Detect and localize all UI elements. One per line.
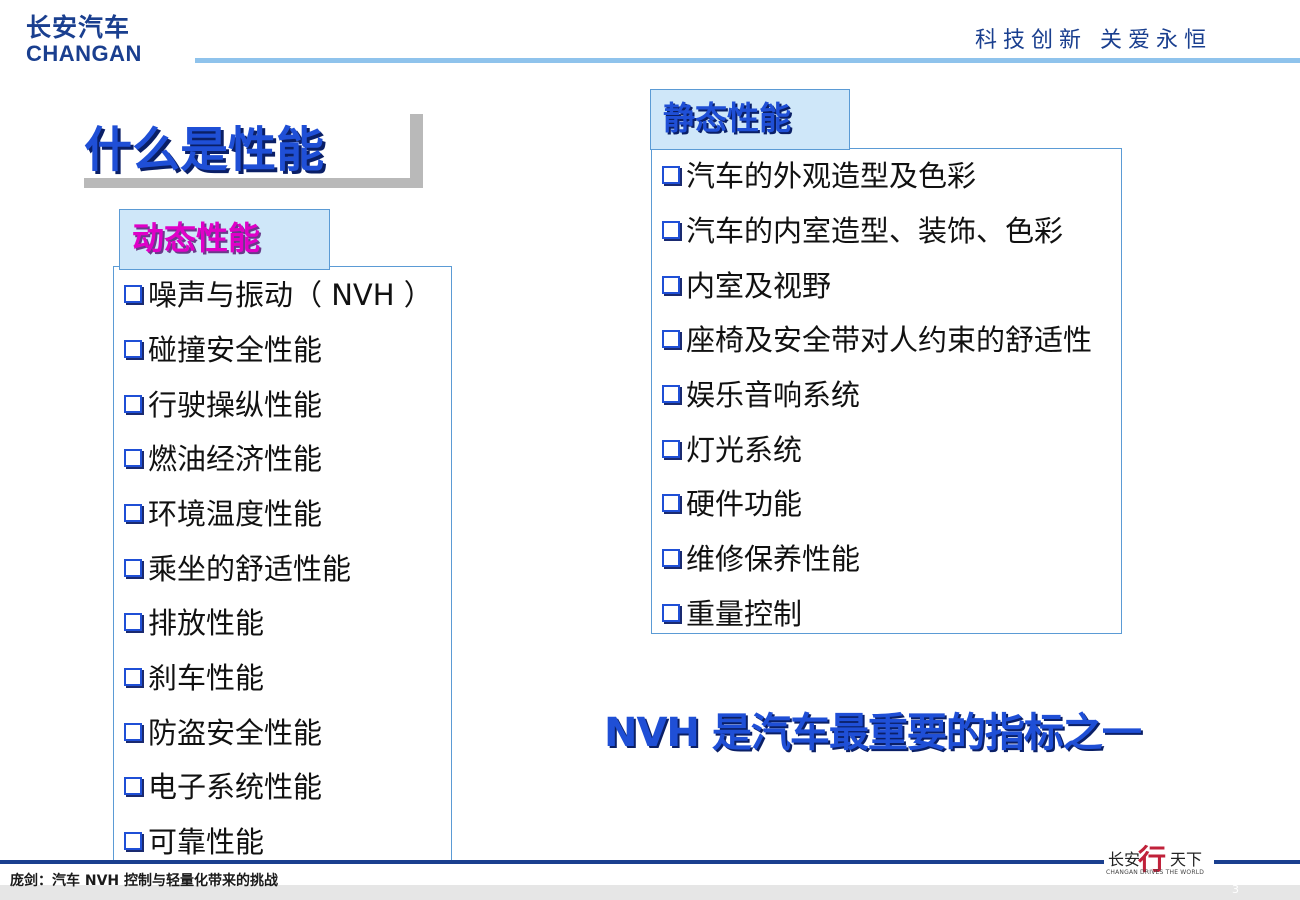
list-item: 维修保养性能 [662, 537, 860, 577]
list-item: 燃油经济性能 [124, 437, 322, 477]
checkbox-bullet-icon [662, 494, 680, 512]
list-item: 娱乐音响系统 [662, 373, 860, 413]
list-item: 重量控制 [662, 592, 802, 632]
header-divider [195, 58, 1300, 63]
page-title: 什么是性能 [84, 122, 325, 178]
checkbox-bullet-icon [124, 613, 142, 631]
list-item: 排放性能 [124, 601, 264, 641]
checkbox-bullet-icon [124, 285, 142, 303]
checkbox-bullet-icon [662, 385, 680, 403]
checkbox-bullet-icon [662, 330, 680, 348]
list-item: 座椅及安全带对人约束的舒适性 [662, 318, 1092, 358]
static-performance-heading: 静态性能 [650, 89, 850, 150]
dynamic-performance-list: 噪声与振动（ NVH ） 碰撞安全性能 行驶操纵性能 燃油经济性能 环境温度性能… [113, 266, 452, 862]
list-item: 乘坐的舒适性能 [124, 547, 351, 587]
list-item: 行驶操纵性能 [124, 383, 322, 423]
checkbox-bullet-icon [124, 340, 142, 358]
list-item: 灯光系统 [662, 428, 802, 468]
changan-drives-the-world-logo: 长安 天下 行 CHANGAN DRIVES THE WORLD [1104, 838, 1214, 884]
list-item: 可靠性能 [124, 820, 264, 860]
checkbox-bullet-icon [124, 395, 142, 413]
checkbox-bullet-icon [124, 777, 142, 795]
checkbox-bullet-icon [662, 440, 680, 458]
list-item: 碰撞安全性能 [124, 328, 322, 368]
checkbox-bullet-icon [124, 668, 142, 686]
list-item: 刹车性能 [124, 656, 264, 696]
checkbox-bullet-icon [124, 504, 142, 522]
list-item: 电子系统性能 [124, 765, 322, 805]
checkbox-bullet-icon [662, 276, 680, 294]
checkbox-bullet-icon [662, 221, 680, 239]
logo-chinese-text: 长安汽车 [26, 13, 131, 42]
checkbox-bullet-icon [124, 723, 142, 741]
list-item: 防盗安全性能 [124, 711, 322, 751]
checkbox-bullet-icon [124, 559, 142, 577]
checkbox-bullet-icon [662, 166, 680, 184]
checkbox-bullet-icon [124, 832, 142, 850]
logo-english-text: CHANGAN [26, 41, 142, 66]
list-item: 汽车的外观造型及色彩 [662, 154, 976, 194]
slogan: 科技创新 关爱永恒 [975, 28, 1212, 53]
checkbox-bullet-icon [124, 449, 142, 467]
static-performance-list: 汽车的外观造型及色彩 汽车的内室造型、装饰、色彩 内室及视野 座椅及安全带对人约… [651, 148, 1122, 634]
list-item: 汽车的内室造型、装饰、色彩 [662, 209, 1063, 249]
checkbox-bullet-icon [662, 549, 680, 567]
page-number: 3 [1232, 883, 1239, 896]
brand-english-text: CHANGAN DRIVES THE WORLD [1106, 869, 1205, 876]
checkbox-bullet-icon [662, 604, 680, 622]
footer-caption: 庞剑：汽车 NVH 控制与轻量化带来的挑战 [10, 873, 279, 889]
nvh-statement: NVH 是汽车最重要的指标之一 [604, 710, 1142, 756]
list-item: 内室及视野 [662, 264, 831, 304]
dynamic-performance-heading: 动态性能 [119, 209, 330, 270]
changan-logo: 长安汽车 CHANGAN [26, 14, 176, 65]
list-item: 硬件功能 [662, 482, 802, 522]
list-item: 环境温度性能 [124, 492, 322, 532]
list-item: 噪声与振动（ NVH ） [124, 273, 433, 313]
